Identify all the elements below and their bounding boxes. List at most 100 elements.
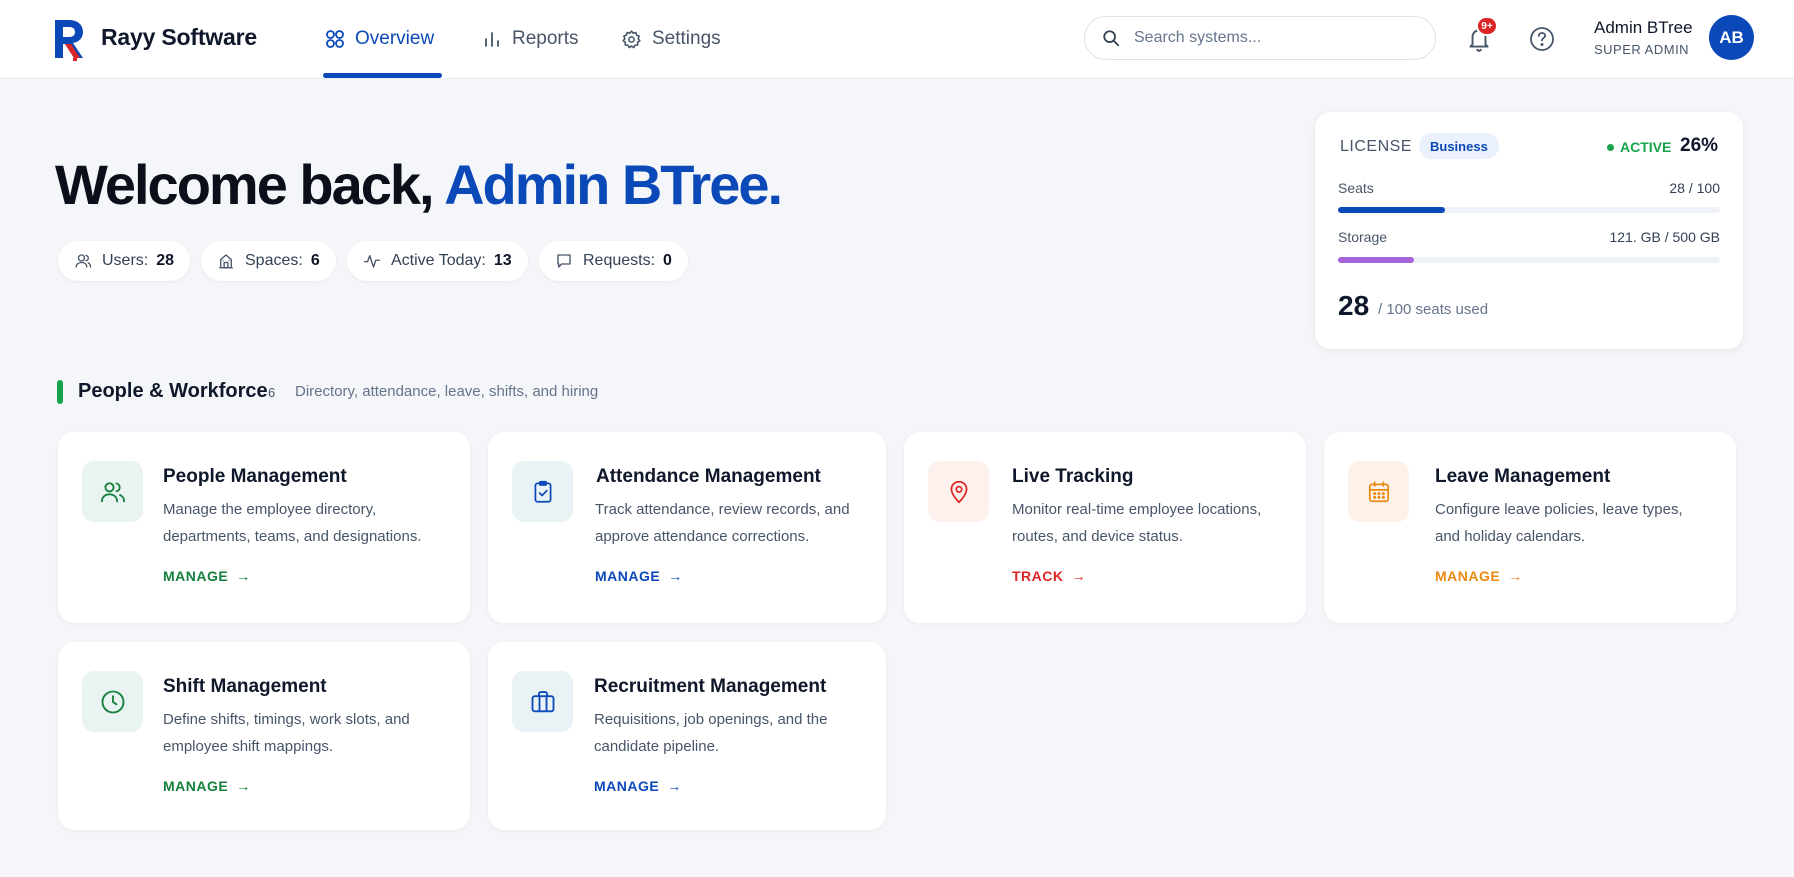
nav-overview-label: Overview [355, 28, 435, 49]
message-icon [557, 254, 571, 268]
card-leave-management[interactable]: Leave Management Configure leave policie… [1324, 432, 1736, 623]
page-title: Welcome back, Admin BTree. [55, 152, 783, 217]
building-icon [219, 254, 233, 269]
arrow-right-icon: → [1508, 568, 1523, 584]
arrow-right-icon: → [667, 778, 682, 794]
brand-name[interactable]: Rayy Software [101, 24, 257, 51]
search-box[interactable] [1084, 16, 1436, 60]
arrow-right-icon: → [1071, 568, 1086, 584]
license-tier-badge: Business [1419, 133, 1499, 159]
avatar[interactable]: AB [1709, 15, 1754, 60]
nav-settings[interactable]: Settings [621, 26, 721, 52]
card-action-link[interactable]: MANAGE → [163, 778, 251, 794]
section-count: 6 [268, 385, 276, 400]
card-action-link[interactable]: TRACK → [1012, 568, 1086, 584]
stat-users-value: 28 [156, 252, 175, 269]
license-title: LICENSE [1340, 138, 1412, 155]
card-action-label: MANAGE [163, 778, 229, 794]
section-description: Directory, attendance, leave, shifts, an… [295, 383, 599, 400]
stat-requests-value: 0 [663, 252, 672, 269]
notification-badge: 9+ [1476, 16, 1498, 36]
stat-spaces-label: Spaces: [245, 252, 303, 269]
map-pin-icon [950, 480, 967, 503]
stat-users: Users: 28 [58, 241, 191, 281]
card-attendance-management[interactable]: Attendance Management Track attendance, … [488, 432, 886, 623]
nav-reports[interactable]: Reports [482, 26, 579, 52]
seats-progress-fill [1338, 207, 1445, 213]
stat-active-today-value: 13 [493, 252, 512, 269]
arrow-right-icon: → [668, 568, 683, 584]
card-action-link[interactable]: MANAGE → [595, 568, 683, 584]
stat-spaces: Spaces: 6 [201, 241, 336, 281]
search-icon [1103, 30, 1120, 47]
card-icon-box [82, 461, 143, 522]
gear-icon [622, 29, 641, 48]
stat-requests-label: Requests: [583, 252, 656, 269]
license-status: ACTIVE [1607, 139, 1671, 155]
stat-active-today-label: Active Today: [391, 252, 486, 269]
storage-progress-bar [1338, 257, 1720, 263]
card-action-label: MANAGE [163, 568, 229, 584]
activity-icon [363, 255, 381, 268]
card-title: Attendance Management [596, 466, 821, 487]
card-shift-management[interactable]: Shift Management Define shifts, timings,… [58, 642, 470, 830]
clipboard-check-icon [534, 480, 551, 503]
license-card: LICENSE Business ACTIVE 26% Seats 28 / 1… [1315, 112, 1743, 349]
arrow-right-icon: → [236, 778, 251, 794]
card-icon-box [1348, 461, 1409, 522]
license-status-label: ACTIVE [1620, 139, 1672, 155]
card-title: Live Tracking [1012, 466, 1134, 487]
arrow-right-icon: → [236, 568, 251, 584]
stat-active-today: Active Today: 13 [347, 241, 528, 281]
grid-icon [326, 30, 344, 48]
nav-active-indicator [323, 73, 442, 78]
card-icon-box [928, 461, 989, 522]
card-description: Define shifts, timings, work slots, and … [163, 711, 410, 755]
nav-reports-label: Reports [512, 28, 579, 49]
top-header: Rayy Software Overview Reports Settings … [0, 0, 1794, 79]
stat-spaces-value: 6 [310, 252, 320, 269]
seats-value: 28 / 100 [1669, 180, 1720, 196]
search-input[interactable] [1134, 29, 1414, 47]
users-icon [75, 254, 92, 268]
card-description: Track attendance, review records, and ap… [595, 501, 850, 545]
welcome-prefix: Welcome back, [55, 153, 445, 216]
stat-users-label: Users: [102, 252, 149, 269]
clock-icon [101, 690, 124, 713]
card-title: People Management [163, 466, 347, 487]
card-description: Monitor real-time employee locations, ro… [1012, 501, 1262, 545]
help-icon[interactable] [1529, 26, 1555, 52]
card-action-link[interactable]: MANAGE → [1435, 568, 1523, 584]
user-name[interactable]: Admin BTree [1594, 18, 1693, 38]
card-action-label: TRACK [1012, 568, 1064, 584]
brand-logo-icon[interactable] [53, 18, 87, 62]
card-action-link[interactable]: MANAGE → [594, 778, 682, 794]
section-accent-bar [57, 380, 63, 404]
section-title: People & Workforce [78, 380, 268, 402]
storage-progress-fill [1338, 257, 1415, 263]
card-icon-box [512, 671, 573, 732]
stat-requests: Requests: 0 [539, 241, 688, 281]
card-people-management[interactable]: People Management Manage the employee di… [58, 432, 470, 623]
card-title: Leave Management [1435, 466, 1611, 487]
license-percent: 26% [1680, 135, 1719, 156]
user-role: SUPER ADMIN [1594, 42, 1690, 57]
seats-progress-bar [1338, 207, 1720, 213]
card-recruitment-management[interactable]: Recruitment Management Requisitions, job… [488, 642, 886, 830]
card-title: Recruitment Management [594, 676, 827, 697]
card-action-label: MANAGE [595, 568, 661, 584]
card-description: Requisitions, job openings, and the cand… [594, 711, 828, 755]
card-live-tracking[interactable]: Live Tracking Monitor real-time employee… [904, 432, 1306, 623]
status-dot-icon [1607, 143, 1614, 151]
welcome-name: Admin BTree. [444, 153, 783, 216]
nav-overview[interactable]: Overview [325, 26, 434, 52]
storage-value: 121. GB / 500 GB [1609, 229, 1720, 245]
card-action-label: MANAGE [1435, 568, 1501, 584]
calendar-icon [1368, 480, 1389, 502]
card-title: Shift Management [163, 676, 327, 697]
seats-used-caption: / 100 seats used [1378, 301, 1489, 318]
storage-label: Storage [1338, 229, 1388, 245]
card-icon-box [82, 671, 143, 732]
card-description: Configure leave policies, leave types, a… [1435, 501, 1683, 545]
card-action-link[interactable]: MANAGE → [163, 568, 251, 584]
